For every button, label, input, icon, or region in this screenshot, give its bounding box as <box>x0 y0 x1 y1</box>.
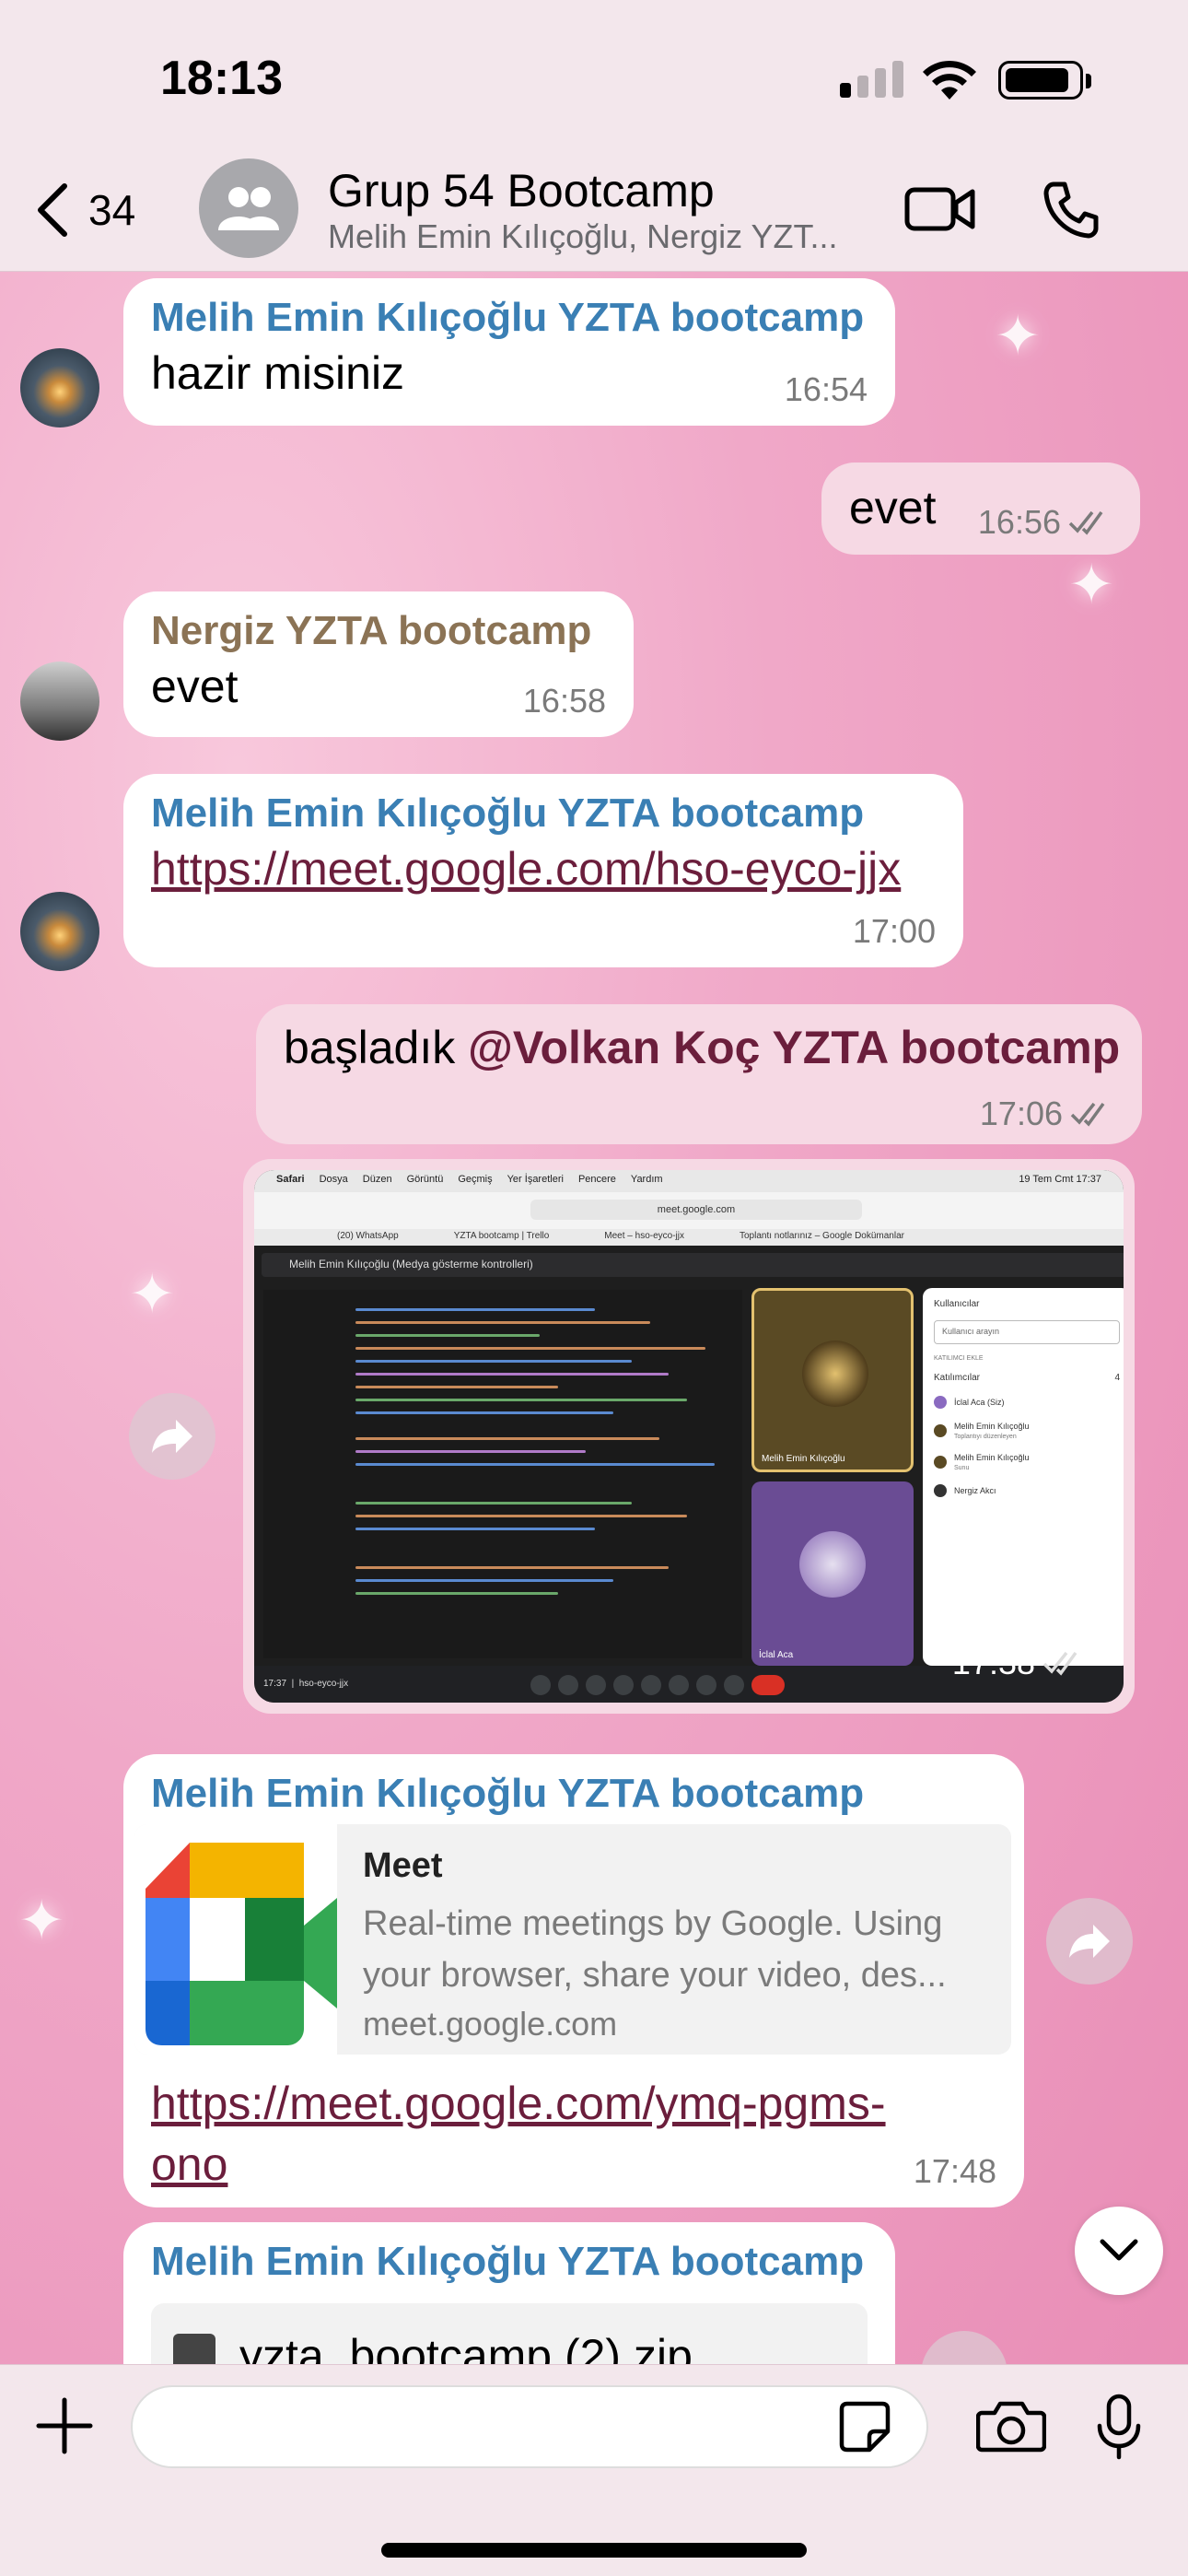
participant-name: İclal Aca (Siz) <box>954 1398 1005 1407</box>
panel-search: Kullanıcı arayın <box>934 1320 1120 1344</box>
message-time: 17:00 <box>852 912 936 950</box>
message-time: 16:58 <box>522 682 606 720</box>
file-attachment[interactable]: yzta_bootcamp (2).zip <box>151 2303 868 2364</box>
message-time: 17:38 <box>951 1644 1035 1681</box>
message-bubble[interactable]: Melih Emin Kılıçoğlu YZTA bootcamp yzta_… <box>123 2222 895 2364</box>
meet-time: 17:37 <box>263 1679 287 1689</box>
meeting-link[interactable]: https://meet.google.com/ymq-pgms- <box>151 2078 886 2129</box>
browser-tab: YZTA bootcamp | Trello <box>453 1231 550 1241</box>
sender-avatar[interactable] <box>20 348 99 427</box>
user-mention[interactable]: @Volkan Koç YZTA bootcamp <box>468 1022 1120 1073</box>
file-icon <box>173 2333 215 2364</box>
participant-note: Toplantıyı düzenleyen <box>954 1434 1017 1440</box>
participant-name: Melih Emin Kılıçoğlu <box>954 1453 1030 1462</box>
message-text: başladık <box>284 1022 469 1073</box>
address-bar: meet.google.com <box>530 1200 862 1220</box>
link-preview[interactable]: Meet Real-time meetings by Google. Using… <box>134 1824 1011 2055</box>
message-bubble[interactable]: Melih Emin Kılıçoğlu YZTA bootcamp Meet … <box>123 1754 1024 2207</box>
plus-icon[interactable] <box>35 2396 94 2455</box>
menu-item: Yardım <box>630 1174 663 1185</box>
microphone-icon[interactable] <box>1096 2393 1142 2461</box>
message-time: 16:54 <box>784 370 868 408</box>
panel-title: Kullanıcılar <box>934 1299 980 1309</box>
sticker-icon[interactable] <box>838 2400 891 2453</box>
shared-screenshot[interactable]: Safari Dosya Düzen Görüntü Geçmiş Yer İş… <box>254 1170 1124 1703</box>
participant-note: Sunu <box>954 1465 970 1471</box>
forward-button[interactable] <box>1046 1898 1133 1985</box>
sender-avatar[interactable] <box>20 892 99 971</box>
participant-row: İclal Aca (Siz) <box>934 1396 1120 1409</box>
message-bubble-outgoing[interactable]: evet 16:56 <box>821 463 1140 555</box>
panel-group: Katılımcılar <box>934 1373 981 1383</box>
participant-row: Melih Emin Kılıçoğlu Toplantıyı düzenleye… <box>934 1422 1120 1440</box>
message-bubble[interactable]: Melih Emin Kılıçoğlu YZTA bootcamp https… <box>123 774 963 967</box>
forward-icon <box>152 1420 192 1453</box>
browser-toolbar: meet.google.com <box>254 1192 1124 1233</box>
meet-code: hso-eyco-jjx <box>298 1679 349 1689</box>
menubar-clock: 19 Tem Cmt 17:37 <box>1019 1174 1101 1185</box>
google-meet-logo <box>134 1824 337 2055</box>
panel-section: KATILIMCI EKLE <box>934 1355 984 1362</box>
message-time: 16:56 <box>977 503 1061 541</box>
presenter-bar: Melih Emin Kılıçoğlu (Medya gösterme kon… <box>262 1253 1124 1277</box>
home-indicator[interactable] <box>381 2543 807 2558</box>
sender-name[interactable]: Melih Emin Kılıçoğlu YZTA bootcamp <box>151 2239 868 2285</box>
message-bubble[interactable]: Nergiz YZTA bootcamp evet 16:58 <box>123 591 634 737</box>
meet-controls <box>530 1675 785 1695</box>
message-bubble[interactable]: Melih Emin Kılıçoğlu YZTA bootcamp hazir… <box>123 278 895 426</box>
scroll-down-button[interactable] <box>1075 2207 1163 2295</box>
chat-area[interactable]: Melih Emin Kılıçoğlu YZTA bootcamp hazir… <box>0 0 1188 2364</box>
participant-tile: İclal Aca <box>751 1481 914 1666</box>
sender-name[interactable]: Melih Emin Kılıçoğlu YZTA bootcamp <box>151 295 868 341</box>
participant-name: Melih Emin Kılıçoğlu <box>954 1422 1030 1431</box>
participant-tile: Melih Emin Kılıçoğlu <box>751 1288 914 1472</box>
double-check-icon <box>1042 1651 1077 1676</box>
browser-tab: Toplantı notlarınız – Google Dokümanlar <box>739 1231 904 1241</box>
shared-code-editor <box>263 1290 742 1658</box>
double-check-icon <box>1068 510 1103 535</box>
double-check-icon <box>1070 1102 1105 1127</box>
menu-item: Dosya <box>319 1174 348 1185</box>
message-bubble-outgoing[interactable]: başladık @Volkan Koç YZTA bootcamp 17:06 <box>256 1004 1142 1144</box>
preview-title: Meet <box>363 1846 443 1885</box>
preview-domain: meet.google.com <box>363 2005 618 2043</box>
participants-panel: Kullanıcılar Kullanıcı arayın KATILIMCI … <box>923 1288 1124 1666</box>
browser-tab: Meet – hso-eyco-jjx <box>604 1231 684 1241</box>
menu-item: Safari <box>276 1174 305 1185</box>
message-input[interactable] <box>131 2385 928 2468</box>
menu-item: Geçmiş <box>458 1174 493 1185</box>
sender-name[interactable]: Nergiz YZTA bootcamp <box>151 608 606 654</box>
panel-count: 4 <box>1114 1373 1120 1383</box>
forward-button[interactable] <box>921 2331 1007 2364</box>
camera-icon[interactable] <box>976 2398 1046 2453</box>
participant-name: İclal Aca <box>759 1650 794 1660</box>
meet-icon <box>146 1843 337 2045</box>
forward-button[interactable] <box>129 1393 215 1480</box>
menu-item: Görüntü <box>406 1174 444 1185</box>
meeting-link[interactable]: ono <box>151 2138 227 2190</box>
sender-name[interactable]: Melih Emin Kılıçoğlu YZTA bootcamp <box>151 1771 996 1817</box>
forward-icon <box>1069 1925 1110 1958</box>
meeting-link[interactable]: https://meet.google.com/hso-eyco-jjx <box>151 843 901 895</box>
image-message[interactable]: Safari Dosya Düzen Görüntü Geçmiş Yer İş… <box>243 1159 1135 1714</box>
menu-item: Yer İşaretleri <box>507 1174 564 1185</box>
message-time: 17:06 <box>979 1095 1063 1132</box>
sender-avatar[interactable] <box>20 662 99 741</box>
scroll-down-icon <box>1100 2239 1138 2261</box>
browser-tabs: (20) WhatsApp YZTA bootcamp | Trello Mee… <box>254 1229 1124 1246</box>
mac-menubar: Safari Dosya Düzen Görüntü Geçmiş Yer İş… <box>254 1170 1124 1192</box>
menu-item: Düzen <box>362 1174 392 1185</box>
browser-tab: (20) WhatsApp <box>337 1231 399 1241</box>
participant-row: Nergiz Akcı <box>934 1484 1120 1497</box>
file-name: yzta_bootcamp (2).zip <box>239 2330 693 2364</box>
menu-item: Pencere <box>577 1174 616 1185</box>
message-time: 17:48 <box>913 2152 996 2190</box>
message-text: hazir misiniz <box>151 347 405 399</box>
sender-name[interactable]: Melih Emin Kılıçoğlu YZTA bootcamp <box>151 790 936 837</box>
participant-row: Melih Emin Kılıçoğlu Sunu <box>934 1453 1120 1471</box>
participant-name: Melih Emin Kılıçoğlu <box>762 1454 845 1464</box>
participant-name: Nergiz Akcı <box>954 1486 996 1495</box>
preview-description: Real-time meetings by Google. Using your… <box>363 1904 947 1995</box>
